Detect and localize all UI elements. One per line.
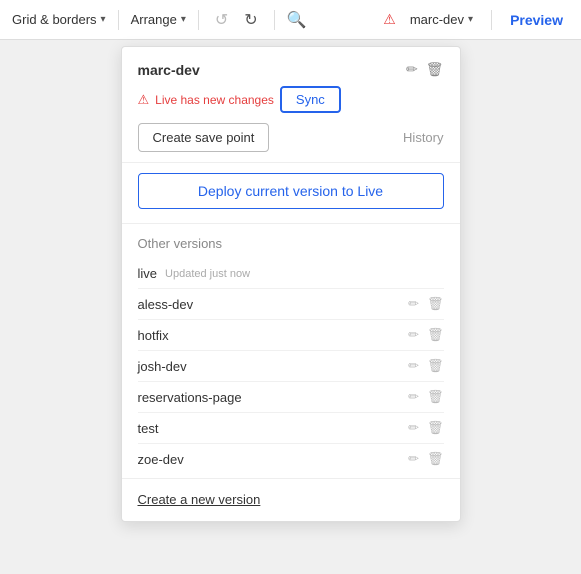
version-actions: ✏🗑 bbox=[408, 358, 443, 374]
undo-button[interactable]: ↺ bbox=[211, 8, 232, 32]
alert-group: ⚠ bbox=[383, 11, 396, 28]
version-panel: marc-dev ✏ 🗑 ⚠ Live has new changes Sync… bbox=[121, 46, 461, 522]
trash-icon: 🗑 bbox=[427, 327, 444, 342]
panel-icon-group: ✏ 🗑 bbox=[406, 61, 444, 78]
warning-text: Live has new changes bbox=[155, 93, 274, 107]
delete-icon: 🗑 bbox=[426, 61, 444, 77]
edit-version-button[interactable]: ✏ bbox=[408, 451, 419, 467]
edit-version-button[interactable]: ✏ bbox=[408, 327, 419, 343]
edit-icon: ✏ bbox=[408, 420, 419, 435]
arrange-group[interactable]: Arrange ▾ bbox=[131, 12, 186, 27]
edit-version-button[interactable]: ✏ bbox=[408, 389, 419, 405]
delete-version-button[interactable]: 🗑 bbox=[427, 451, 444, 467]
version-left: josh-dev bbox=[138, 359, 187, 374]
list-item: reservations-page✏🗑 bbox=[138, 381, 444, 412]
panel-header: marc-dev ✏ 🗑 ⚠ Live has new changes Sync… bbox=[122, 47, 460, 163]
history-link[interactable]: History bbox=[403, 130, 443, 145]
version-name: zoe-dev bbox=[138, 452, 184, 467]
warning-icon: ⚠ bbox=[138, 92, 150, 108]
version-name: live bbox=[138, 266, 158, 281]
redo-button[interactable]: ↻ bbox=[240, 8, 261, 32]
version-name: hotfix bbox=[138, 328, 169, 343]
list-item: hotfix✏🗑 bbox=[138, 319, 444, 350]
action-row: Create save point History bbox=[138, 123, 444, 152]
other-versions-title: Other versions bbox=[138, 236, 444, 251]
version-left: test bbox=[138, 421, 159, 436]
version-left: hotfix bbox=[138, 328, 169, 343]
toolbar-divider-2 bbox=[198, 10, 199, 30]
version-actions: ✏🗑 bbox=[408, 420, 443, 436]
delete-version-button[interactable]: 🗑 bbox=[427, 296, 444, 312]
create-new-version-button[interactable]: Create a new version bbox=[138, 492, 261, 507]
list-item: josh-dev✏🗑 bbox=[138, 350, 444, 381]
version-left: aless-dev bbox=[138, 297, 194, 312]
delete-version-button[interactable]: 🗑 bbox=[427, 389, 444, 405]
alert-icon: ⚠ bbox=[383, 11, 396, 28]
toolbar: Grid & borders ▾ Arrange ▾ ↺ ↻ 🔍 ⚠ marc-… bbox=[0, 0, 581, 40]
list-item: live Updated just now bbox=[138, 259, 444, 288]
create-save-point-button[interactable]: Create save point bbox=[138, 123, 270, 152]
version-name: aless-dev bbox=[138, 297, 194, 312]
toolbar-divider-1 bbox=[118, 10, 119, 30]
version-actions: ✏🗑 bbox=[408, 389, 443, 405]
version-name: test bbox=[138, 421, 159, 436]
panel-branch-name: marc-dev bbox=[138, 62, 200, 78]
trash-icon: 🗑 bbox=[427, 451, 444, 466]
edit-icon: ✏ bbox=[408, 358, 419, 373]
edit-version-button[interactable]: ✏ bbox=[408, 296, 419, 312]
edit-version-button[interactable]: ✏ bbox=[408, 420, 419, 436]
preview-button[interactable]: Preview bbox=[504, 10, 569, 30]
branch-selector-button[interactable]: marc-dev ▾ bbox=[404, 10, 479, 29]
version-name: reservations-page bbox=[138, 390, 242, 405]
grid-borders-chevron-icon: ▾ bbox=[101, 14, 106, 25]
arrange-chevron-icon: ▾ bbox=[181, 14, 186, 25]
list-item: aless-dev✏🗑 bbox=[138, 288, 444, 319]
edit-branch-button[interactable]: ✏ bbox=[406, 61, 418, 78]
deploy-section: Deploy current version to Live bbox=[122, 163, 460, 224]
sync-button[interactable]: Sync bbox=[280, 86, 341, 113]
trash-icon: 🗑 bbox=[427, 358, 444, 373]
version-name: josh-dev bbox=[138, 359, 187, 374]
edit-icon: ✏ bbox=[406, 61, 418, 77]
edit-icon: ✏ bbox=[408, 389, 419, 404]
delete-version-button[interactable]: 🗑 bbox=[427, 420, 444, 436]
version-left: live Updated just now bbox=[138, 266, 251, 281]
edit-icon: ✏ bbox=[408, 327, 419, 342]
trash-icon: 🗑 bbox=[427, 420, 444, 435]
list-item: test✏🗑 bbox=[138, 412, 444, 443]
version-list: liveUpdated just nowaless-dev✏🗑hotfix✏🗑j… bbox=[138, 259, 444, 474]
delete-version-button[interactable]: 🗑 bbox=[427, 327, 444, 343]
version-actions: ✏🗑 bbox=[408, 296, 443, 312]
undo-icon: ↺ bbox=[215, 12, 228, 29]
delete-version-button[interactable]: 🗑 bbox=[427, 358, 444, 374]
branch-chevron-icon: ▾ bbox=[468, 14, 473, 25]
arrange-label: Arrange bbox=[131, 12, 177, 27]
grid-borders-group[interactable]: Grid & borders ▾ bbox=[12, 12, 106, 27]
search-icon[interactable]: 🔍 bbox=[287, 10, 307, 30]
version-left: reservations-page bbox=[138, 390, 242, 405]
list-item: zoe-dev✏🗑 bbox=[138, 443, 444, 474]
version-tag: Updated just now bbox=[165, 268, 250, 280]
redo-icon: ↻ bbox=[244, 12, 257, 29]
version-actions: ✏🗑 bbox=[408, 327, 443, 343]
versions-section: Other versions live Updated just now aless… bbox=[122, 224, 460, 478]
grid-borders-label: Grid & borders bbox=[12, 12, 97, 27]
toolbar-divider-4 bbox=[491, 10, 492, 30]
trash-icon: 🗑 bbox=[427, 296, 444, 311]
panel-branch-row: marc-dev ✏ 🗑 bbox=[138, 61, 444, 78]
warning-row: ⚠ Live has new changes Sync bbox=[138, 86, 444, 113]
branch-name-label: marc-dev bbox=[410, 12, 464, 27]
edit-icon: ✏ bbox=[408, 296, 419, 311]
trash-icon: 🗑 bbox=[427, 389, 444, 404]
edit-icon: ✏ bbox=[408, 451, 419, 466]
version-actions: ✏🗑 bbox=[408, 451, 443, 467]
version-left: zoe-dev bbox=[138, 452, 184, 467]
create-section: Create a new version bbox=[122, 478, 460, 521]
edit-version-button[interactable]: ✏ bbox=[408, 358, 419, 374]
delete-branch-button[interactable]: 🗑 bbox=[426, 61, 444, 78]
deploy-button[interactable]: Deploy current version to Live bbox=[138, 173, 444, 209]
toolbar-divider-3 bbox=[274, 10, 275, 30]
